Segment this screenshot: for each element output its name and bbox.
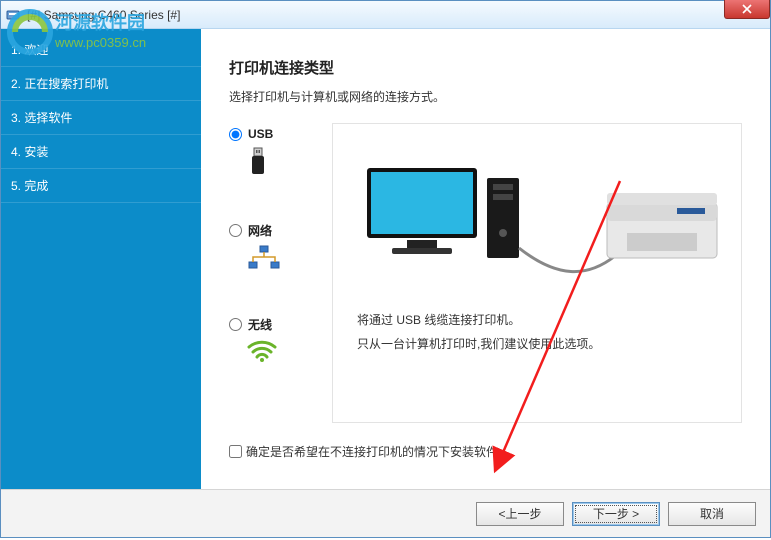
option-network: 网络 xyxy=(229,222,332,276)
install-without-printer-row[interactable]: 确定是否希望在不连接打印机的情况下安装软件。 xyxy=(229,443,742,460)
detail-panel: 将通过 USB 线缆连接打印机。 只从一台计算机打印时,我们建议使用此选项。 xyxy=(332,123,742,423)
detail-line1: 将通过 USB 线缆连接打印机。 xyxy=(357,308,727,332)
network-icon xyxy=(247,245,281,276)
titlebar: [#] Samsung C460 Series [#] xyxy=(1,1,770,29)
install-without-printer-checkbox[interactable] xyxy=(229,445,242,458)
close-button[interactable] xyxy=(724,0,770,19)
detail-line2: 只从一台计算机打印时,我们建议使用此选项。 xyxy=(357,332,727,356)
app-icon xyxy=(5,7,21,23)
sidebar-item-search-printer[interactable]: 2. 正在搜索打印机 xyxy=(1,67,201,101)
option-usb-label: USB xyxy=(248,127,273,141)
next-button[interactable]: 下一步 > xyxy=(572,502,660,526)
option-wireless: 无线 xyxy=(229,316,332,368)
option-wireless-label: 无线 xyxy=(248,316,272,333)
usb-icon xyxy=(247,147,269,182)
footer: <上一步 下一步 > 取消 xyxy=(1,489,770,537)
sidebar-item-install[interactable]: 4. 安装 xyxy=(1,135,201,169)
cancel-button[interactable]: 取消 xyxy=(668,502,756,526)
option-usb: USB xyxy=(229,127,332,182)
window-body: 1. 欢迎 2. 正在搜索打印机 3. 选择软件 4. 安装 5. 完成 打印机… xyxy=(1,29,770,489)
options-column: USB 网络 xyxy=(229,123,332,423)
option-network-radio-row[interactable]: 网络 xyxy=(229,222,272,239)
close-icon xyxy=(742,4,752,14)
install-without-printer-label: 确定是否希望在不连接打印机的情况下安装软件。 xyxy=(246,443,510,460)
content-pane: 打印机连接类型 选择打印机与计算机或网络的连接方式。 USB xyxy=(201,29,770,489)
illustration xyxy=(347,138,727,288)
sidebar-item-select-software[interactable]: 3. 选择软件 xyxy=(1,101,201,135)
option-wireless-radio-row[interactable]: 无线 xyxy=(229,316,272,333)
option-usb-radio-row[interactable]: USB xyxy=(229,127,273,141)
options-row: USB 网络 xyxy=(229,123,742,423)
sidebar: 1. 欢迎 2. 正在搜索打印机 3. 选择软件 4. 安装 5. 完成 xyxy=(1,29,201,489)
title-text: [#] Samsung C460 Series [#] xyxy=(27,8,180,22)
option-wireless-radio[interactable] xyxy=(229,318,242,331)
option-network-radio[interactable] xyxy=(229,224,242,237)
wifi-icon xyxy=(247,339,277,368)
option-network-label: 网络 xyxy=(248,222,272,239)
page-title: 打印机连接类型 xyxy=(229,57,742,78)
option-usb-radio[interactable] xyxy=(229,128,242,141)
sidebar-item-finish[interactable]: 5. 完成 xyxy=(1,169,201,203)
page-subtitle: 选择打印机与计算机或网络的连接方式。 xyxy=(229,88,742,105)
sidebar-item-welcome[interactable]: 1. 欢迎 xyxy=(1,33,201,67)
installer-window: [#] Samsung C460 Series [#] 河源软件园 www.pc… xyxy=(0,0,771,538)
back-button[interactable]: <上一步 xyxy=(476,502,564,526)
